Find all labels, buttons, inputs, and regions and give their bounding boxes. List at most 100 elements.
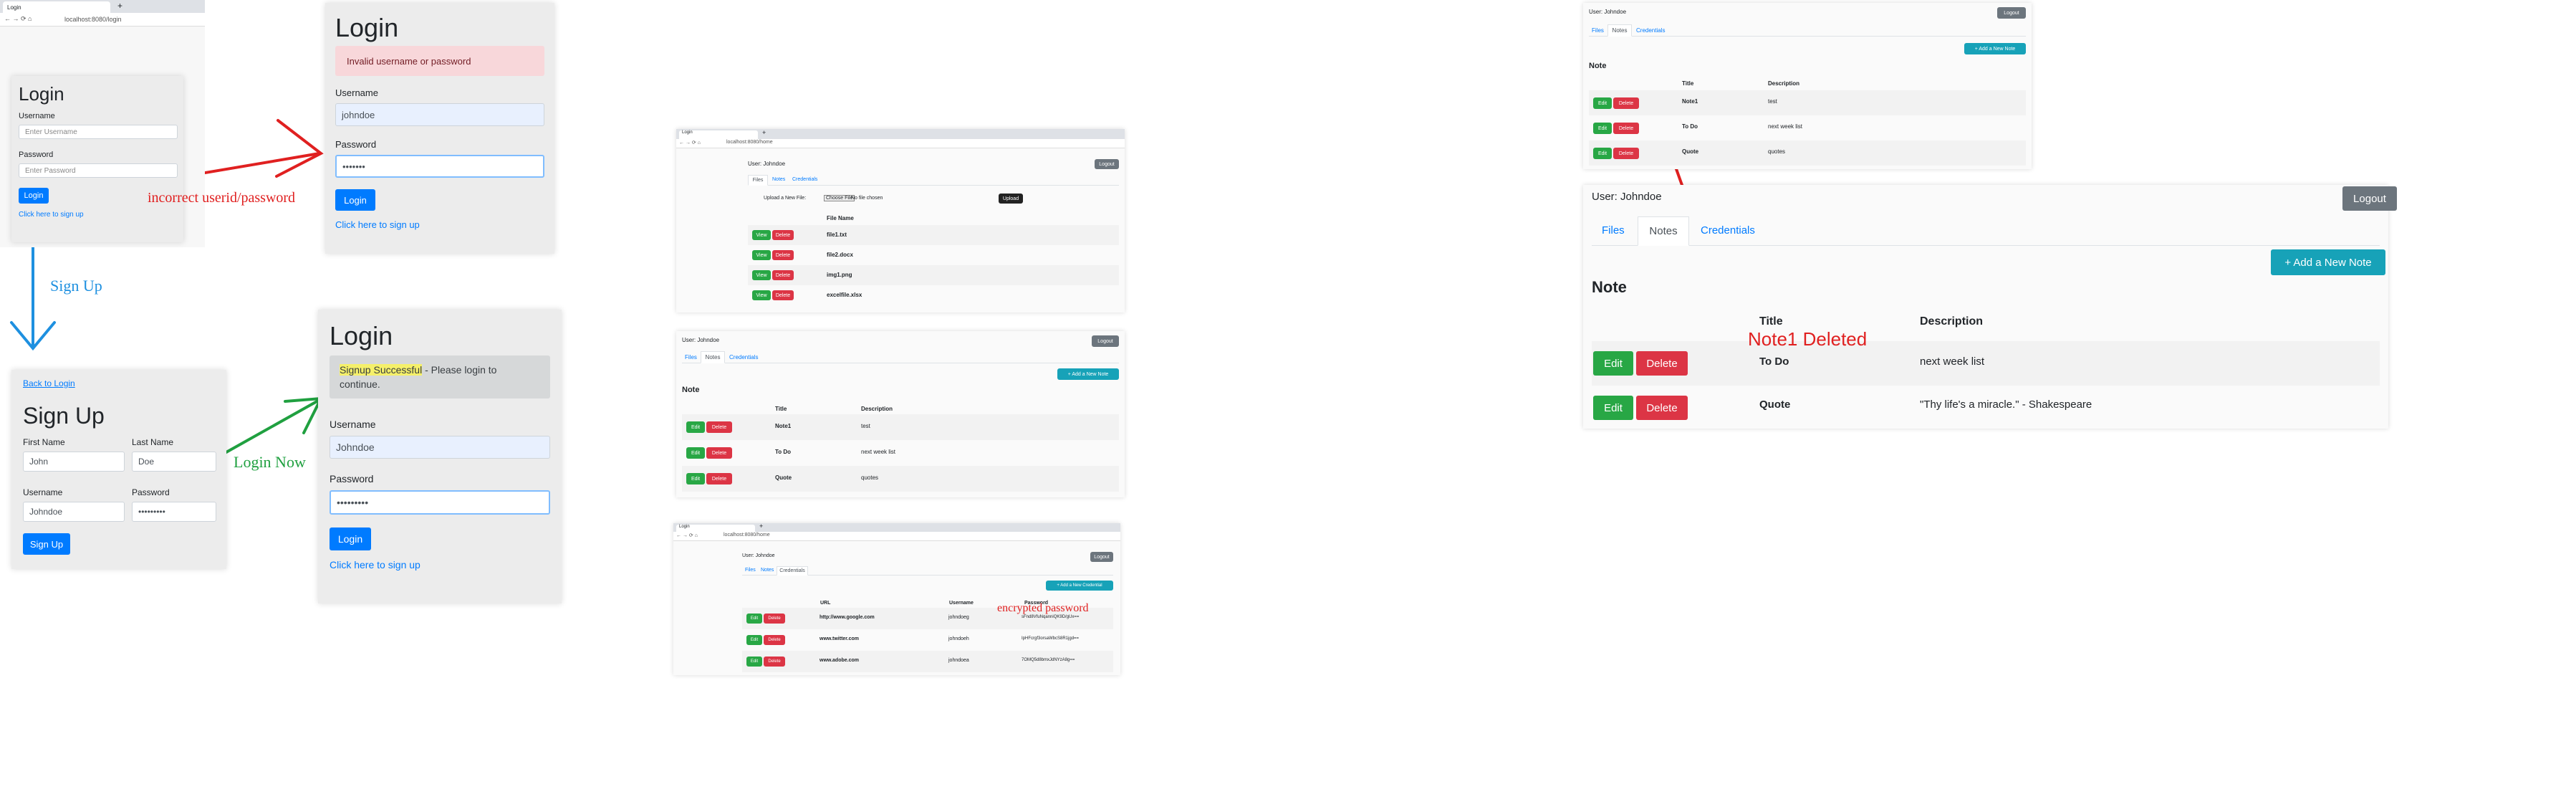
add-note-button[interactable]: + Add a New Note xyxy=(2271,249,2385,275)
signup-link[interactable]: Click here to sign up xyxy=(335,219,420,230)
edit-button[interactable]: Edit xyxy=(686,473,705,484)
delete-button[interactable]: Delete xyxy=(1636,351,1688,376)
credential-password: IpHFcrgf3orsaWbcS8R1jgd== xyxy=(1022,636,1080,641)
delete-button[interactable]: Delete xyxy=(1636,396,1688,420)
delete-button[interactable]: Delete xyxy=(764,657,785,667)
delete-button[interactable]: Delete xyxy=(772,290,794,300)
tab-credentials[interactable]: Credentials xyxy=(729,354,758,361)
tab-notes[interactable]: Notes xyxy=(1607,24,1632,37)
address-url[interactable]: localhost:8080/home xyxy=(726,140,773,145)
note-description: next week list xyxy=(1920,355,1985,368)
delete-button[interactable]: Delete xyxy=(764,614,785,624)
add-note-button[interactable]: + Add a New Note xyxy=(1964,43,2026,54)
password-input[interactable]: Enter Password xyxy=(19,163,178,178)
edit-button[interactable]: Edit xyxy=(746,614,762,624)
tab-files[interactable]: Files xyxy=(1592,27,1604,34)
view-button[interactable]: View xyxy=(752,290,771,300)
logout-button[interactable]: Logout xyxy=(1997,7,2026,19)
tab-credentials[interactable]: Credentials xyxy=(1636,27,1665,34)
browser-tab[interactable]: Login xyxy=(676,525,755,532)
delete-button[interactable]: Delete xyxy=(706,447,732,459)
address-url[interactable]: localhost:8080/home xyxy=(724,533,770,538)
signup-link[interactable]: Click here to sign up xyxy=(19,211,84,219)
tab-bar: Files Notes Credentials xyxy=(748,175,1119,186)
logout-button[interactable]: Logout xyxy=(1090,552,1113,562)
file-name-header: File Name xyxy=(827,215,854,221)
edit-button[interactable]: Edit xyxy=(1593,123,1612,134)
browser-tab[interactable]: Login xyxy=(3,1,110,13)
edit-button[interactable]: Edit xyxy=(686,447,705,459)
new-tab-button[interactable]: + xyxy=(759,523,763,530)
view-button[interactable]: View xyxy=(752,270,771,280)
tab-notes[interactable]: Notes xyxy=(761,568,774,573)
delete-button[interactable]: Delete xyxy=(772,270,794,280)
nav-icons[interactable]: ← → ⟳ ⌂ xyxy=(676,533,698,538)
password-input[interactable]: ••••••••• xyxy=(330,490,550,515)
file-name: file2.docx xyxy=(827,252,853,258)
browser-tab[interactable]: Login xyxy=(679,130,758,139)
back-to-login-link[interactable]: Back to Login xyxy=(23,378,75,388)
add-note-button[interactable]: + Add a New Note xyxy=(1057,368,1119,380)
edit-button[interactable]: Edit xyxy=(1593,396,1633,420)
username-input[interactable]: johndoe xyxy=(335,103,544,126)
browser-tab-strip: Login + xyxy=(676,129,1125,139)
choose-file-button[interactable]: Choose File xyxy=(824,195,855,201)
tab-files[interactable]: Files xyxy=(685,354,697,361)
login-button[interactable]: Login xyxy=(330,527,371,550)
first-name-input[interactable]: John xyxy=(23,452,125,472)
password-input[interactable]: ••••••• xyxy=(335,155,544,178)
delete-button[interactable]: Delete xyxy=(1613,148,1639,159)
address-url[interactable]: localhost:8080/login xyxy=(64,16,122,23)
tab-notes[interactable]: Notes xyxy=(772,177,785,182)
logout-button[interactable]: Logout xyxy=(2342,186,2397,211)
logout-button[interactable]: Logout xyxy=(1092,335,1119,347)
delete-button[interactable]: Delete xyxy=(1613,97,1639,109)
edit-button[interactable]: Edit xyxy=(1593,148,1612,159)
tab-credentials[interactable]: Credentials xyxy=(777,566,808,576)
edit-button[interactable]: Edit xyxy=(746,635,762,645)
edit-button[interactable]: Edit xyxy=(1593,351,1633,376)
new-tab-button[interactable]: + xyxy=(762,129,766,136)
edit-button[interactable]: Edit xyxy=(1593,97,1612,109)
delete-button[interactable]: Delete xyxy=(1613,123,1639,134)
tab-files[interactable]: Files xyxy=(748,175,768,186)
table-row: Edit Delete Quote "Thy life's a miracle.… xyxy=(1592,386,2380,429)
upload-button[interactable]: Upload xyxy=(999,194,1023,204)
nav-icons[interactable]: ← → ⟳ ⌂ xyxy=(679,140,701,145)
edit-button[interactable]: Edit xyxy=(746,657,762,667)
view-button[interactable]: View xyxy=(752,230,771,240)
last-name-label: Last Name xyxy=(132,437,174,447)
username-input[interactable]: Enter Username xyxy=(19,125,178,139)
username-input[interactable]: Johndoe xyxy=(23,502,125,522)
view-button[interactable]: View xyxy=(752,250,771,260)
edit-button[interactable]: Edit xyxy=(686,421,705,433)
logout-button[interactable]: Logout xyxy=(1095,159,1119,169)
signup-button[interactable]: Sign Up xyxy=(23,533,70,555)
login-button[interactable]: Login xyxy=(19,188,49,204)
password-input[interactable]: ••••••••• xyxy=(132,502,216,522)
tab-notes[interactable]: Notes xyxy=(1638,216,1689,246)
delete-button[interactable]: Delete xyxy=(772,250,794,260)
username-input[interactable]: Johndoe xyxy=(330,436,550,459)
user-label: User: Johndoe xyxy=(748,161,786,167)
page-title: Login xyxy=(330,321,393,350)
login-button[interactable]: Login xyxy=(335,189,375,211)
add-credential-button[interactable]: + Add a New Credential xyxy=(1046,581,1113,591)
tab-credentials[interactable]: Credentials xyxy=(1701,224,1755,237)
note-title: Quote xyxy=(1759,398,1791,411)
delete-button[interactable]: Delete xyxy=(764,635,785,645)
notes-small-window: User: Johndoe Logout Files Notes Credent… xyxy=(676,331,1125,497)
tab-notes[interactable]: Notes xyxy=(701,351,725,363)
tab-files[interactable]: Files xyxy=(745,568,756,573)
table-row: Edit Delete Note1 test xyxy=(682,414,1119,440)
signup-link[interactable]: Click here to sign up xyxy=(330,559,420,571)
nav-icons[interactable]: ← → ⟳ ⌂ xyxy=(4,15,32,23)
delete-button[interactable]: Delete xyxy=(706,421,732,433)
tab-files[interactable]: Files xyxy=(1602,224,1625,237)
no-file-label: No file chosen xyxy=(851,196,883,201)
last-name-input[interactable]: Doe xyxy=(132,452,216,472)
delete-button[interactable]: Delete xyxy=(772,230,794,240)
new-tab-button[interactable]: + xyxy=(117,1,122,11)
delete-button[interactable]: Delete xyxy=(706,473,732,484)
tab-credentials[interactable]: Credentials xyxy=(792,177,817,182)
